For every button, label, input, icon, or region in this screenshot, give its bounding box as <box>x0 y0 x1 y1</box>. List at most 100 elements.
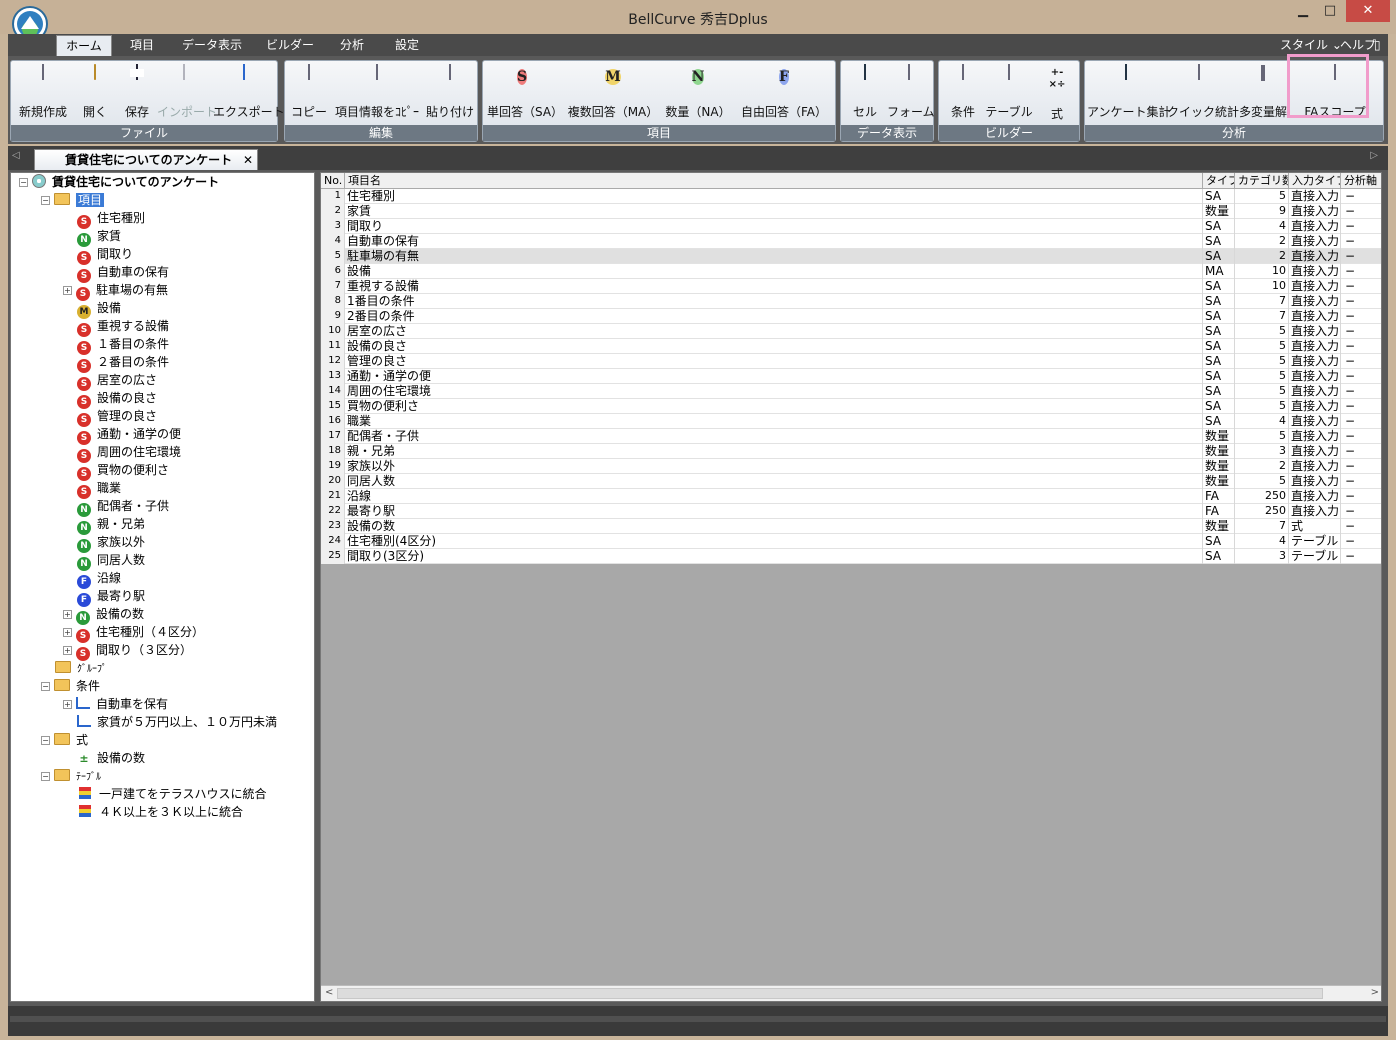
tree-item[interactable]: S 通勤・通学の便 <box>77 425 181 445</box>
new-button[interactable]: 新規作成 <box>17 64 69 121</box>
table-row[interactable]: 1 住宅種別 SA 5 直接入力 − <box>321 189 1381 204</box>
expand-icon[interactable]: + <box>63 286 72 295</box>
tree-item[interactable]: N 配偶者・子供 <box>77 497 169 517</box>
tree-folder-tables[interactable]: − ﾃｰﾌﾞﾙ <box>41 767 101 785</box>
tree-item[interactable]: N 家賃 <box>77 227 121 247</box>
collapse-icon[interactable]: − <box>41 196 50 205</box>
table-row[interactable]: 2 家賃 数量 9 直接入力 − <box>321 204 1381 219</box>
document-tab[interactable]: 賃貸住宅についてのアンケート ✕ <box>34 149 258 170</box>
collapse-icon[interactable]: − <box>41 682 50 691</box>
single-answer-button[interactable]: S 単回答（SA） <box>487 65 563 121</box>
tree-item[interactable]: + S 住宅種別（４区分） <box>63 623 204 643</box>
table-row[interactable]: 6 設備 MA 10 直接入力 − <box>321 264 1381 279</box>
tree-formula-item[interactable]: ± 設備の数 <box>77 749 145 767</box>
quick-statistics-button[interactable]: クイック統計 <box>1167 64 1239 121</box>
table-row[interactable]: 21 沿線 FA 250 直接入力 − <box>321 489 1381 504</box>
tab-settings[interactable]: 設定 <box>382 35 432 56</box>
free-answer-button[interactable]: F 自由回答（FA） <box>739 65 829 121</box>
help-menu[interactable]: ヘルプ ⌄ <box>1340 35 1388 72</box>
scroll-right-icon[interactable]: > <box>1371 987 1379 998</box>
tree-item[interactable]: + N 設備の数 <box>63 605 144 625</box>
minimize-button[interactable]: ▁ <box>1290 0 1316 22</box>
column-header-type[interactable]: タイプ <box>1203 173 1235 189</box>
tree-item[interactable]: S 設備の良さ <box>77 389 157 409</box>
tab-data-view[interactable]: データ表示 <box>172 35 252 56</box>
copy-item-info-button[interactable]: 項目情報をｺﾋﾟｰ <box>331 64 423 121</box>
tree-table-item[interactable]: ４Ｋ以上を３Ｋ以上に統合 <box>79 803 243 821</box>
survey-tabulation-button[interactable]: アンケート集計 <box>1087 64 1171 121</box>
collapse-icon[interactable]: − <box>19 178 28 187</box>
tree-item[interactable]: F 沿線 <box>77 569 121 589</box>
table-row[interactable]: 5 駐車場の有無 SA 2 直接入力 − <box>321 249 1381 264</box>
tree-item[interactable]: S 自動車の保有 <box>77 263 169 283</box>
table-row[interactable]: 20 同居人数 数量 5 直接入力 − <box>321 474 1381 489</box>
tree-item[interactable]: M 設備 <box>77 299 121 319</box>
tree-item[interactable]: S 住宅種別 <box>77 209 145 229</box>
table-row[interactable]: 12 管理の良さ SA 5 直接入力 − <box>321 354 1381 369</box>
table-builder-button[interactable]: テーブル <box>985 64 1033 121</box>
table-row[interactable]: 23 設備の数 数量 7 式 − <box>321 519 1381 534</box>
tree-item[interactable]: N 親・兄弟 <box>77 515 145 535</box>
expand-icon[interactable]: + <box>63 628 72 637</box>
table-row[interactable]: 25 間取り(3区分) SA 3 テーブル − <box>321 549 1381 564</box>
tree-item[interactable]: S 周囲の住宅環境 <box>77 443 181 463</box>
maximize-button[interactable]: □ <box>1317 0 1343 22</box>
tree-item[interactable]: S 買物の便利さ <box>77 461 169 481</box>
open-button[interactable]: 開く <box>73 64 117 121</box>
tree-item[interactable]: S 管理の良さ <box>77 407 157 427</box>
column-header-axis[interactable]: 分析軸 <box>1341 173 1381 189</box>
project-tree[interactable]: − 賃貸住宅についてのアンケート − 項目 S 住宅種別 N 家賃 S 間取り S 自動車の保有 +… <box>10 172 315 1002</box>
tree-item[interactable]: S ２番目の条件 <box>77 353 169 373</box>
tree-item[interactable]: S 職業 <box>77 479 121 499</box>
tree-item[interactable]: S １番目の条件 <box>77 335 169 355</box>
copy-button[interactable]: コピー <box>289 64 329 121</box>
horizontal-scrollbar[interactable]: < > <box>321 985 1381 1001</box>
tree-item[interactable]: F 最寄り駅 <box>77 587 145 607</box>
tab-item[interactable]: 項目 <box>118 35 166 56</box>
table-row[interactable]: 7 重視する設備 SA 10 直接入力 − <box>321 279 1381 294</box>
multiple-answer-button[interactable]: M 複数回答（MA） <box>567 65 659 121</box>
tree-folder-group[interactable]: ｸﾞﾙｰﾌﾟ <box>55 659 107 677</box>
table-row[interactable]: 16 職業 SA 4 直接入力 − <box>321 414 1381 429</box>
tree-root[interactable]: − 賃貸住宅についてのアンケート <box>19 173 219 191</box>
table-row[interactable]: 9 2番目の条件 SA 7 直接入力 − <box>321 309 1381 324</box>
numeric-button[interactable]: N 数量（NA） <box>665 65 731 121</box>
tree-folder-formulas[interactable]: − 式 <box>41 731 88 749</box>
style-menu[interactable]: スタイル ⌄ <box>1280 35 1342 55</box>
table-row[interactable]: 4 自動車の保有 SA 2 直接入力 − <box>321 234 1381 249</box>
table-row[interactable]: 11 設備の良さ SA 5 直接入力 − <box>321 339 1381 354</box>
tab-home[interactable]: ホーム <box>56 35 112 56</box>
tree-item[interactable]: + S 間取り（３区分） <box>63 641 192 661</box>
tree-item[interactable]: S 重視する設備 <box>77 317 169 337</box>
column-header-no[interactable]: No. <box>321 173 345 189</box>
tab-scroll-left-icon[interactable]: ◁ <box>12 150 20 161</box>
table-row[interactable]: 3 間取り SA 4 直接入力 − <box>321 219 1381 234</box>
table-row[interactable]: 22 最寄り駅 FA 250 直接入力 − <box>321 504 1381 519</box>
tree-condition-item[interactable]: 家賃が５万円以上、１０万円未満 <box>77 713 277 731</box>
table-row[interactable]: 17 配偶者・子供 数量 5 直接入力 − <box>321 429 1381 444</box>
formula-button[interactable]: +-×÷ 式 <box>1039 65 1075 121</box>
tree-folder-items[interactable]: − 項目 <box>41 191 105 209</box>
tree-item[interactable]: N 家族以外 <box>77 533 145 553</box>
export-button[interactable]: エクスポート <box>213 64 285 121</box>
scroll-left-icon[interactable]: < <box>325 987 333 998</box>
condition-button[interactable]: 条件 <box>945 64 981 121</box>
scrollbar-thumb[interactable] <box>337 988 1323 999</box>
tree-table-item[interactable]: 一戸建てをテラスハウスに統合 <box>79 785 267 803</box>
tree-condition-item[interactable]: + 自動車を保有 <box>63 695 168 713</box>
save-button[interactable]: 保存 <box>119 64 155 121</box>
table-row[interactable]: 14 周囲の住宅環境 SA 5 直接入力 − <box>321 384 1381 399</box>
tree-item[interactable]: S 間取り <box>77 245 133 265</box>
collapse-icon[interactable]: − <box>41 772 50 781</box>
import-button[interactable]: インポート <box>157 64 217 121</box>
column-header-input-type[interactable]: 入力タイプ <box>1289 173 1341 189</box>
expand-icon[interactable]: + <box>63 610 72 619</box>
item-table[interactable]: No. 項目名 タイプ カテゴリ数 入力タイプ 分析軸 1住宅種別SA5直接入力… <box>320 172 1382 1002</box>
cell-view-button[interactable]: セル <box>847 64 883 121</box>
table-row[interactable]: 19 家族以外 数量 2 直接入力 − <box>321 459 1381 474</box>
tree-item[interactable]: N 同居人数 <box>77 551 145 571</box>
tree-folder-conditions[interactable]: − 条件 <box>41 677 100 695</box>
tab-builder[interactable]: ビルダー <box>258 35 322 56</box>
column-header-name[interactable]: 項目名 <box>345 173 1203 189</box>
multivariate-button[interactable]: 多変量解 <box>1231 65 1295 121</box>
